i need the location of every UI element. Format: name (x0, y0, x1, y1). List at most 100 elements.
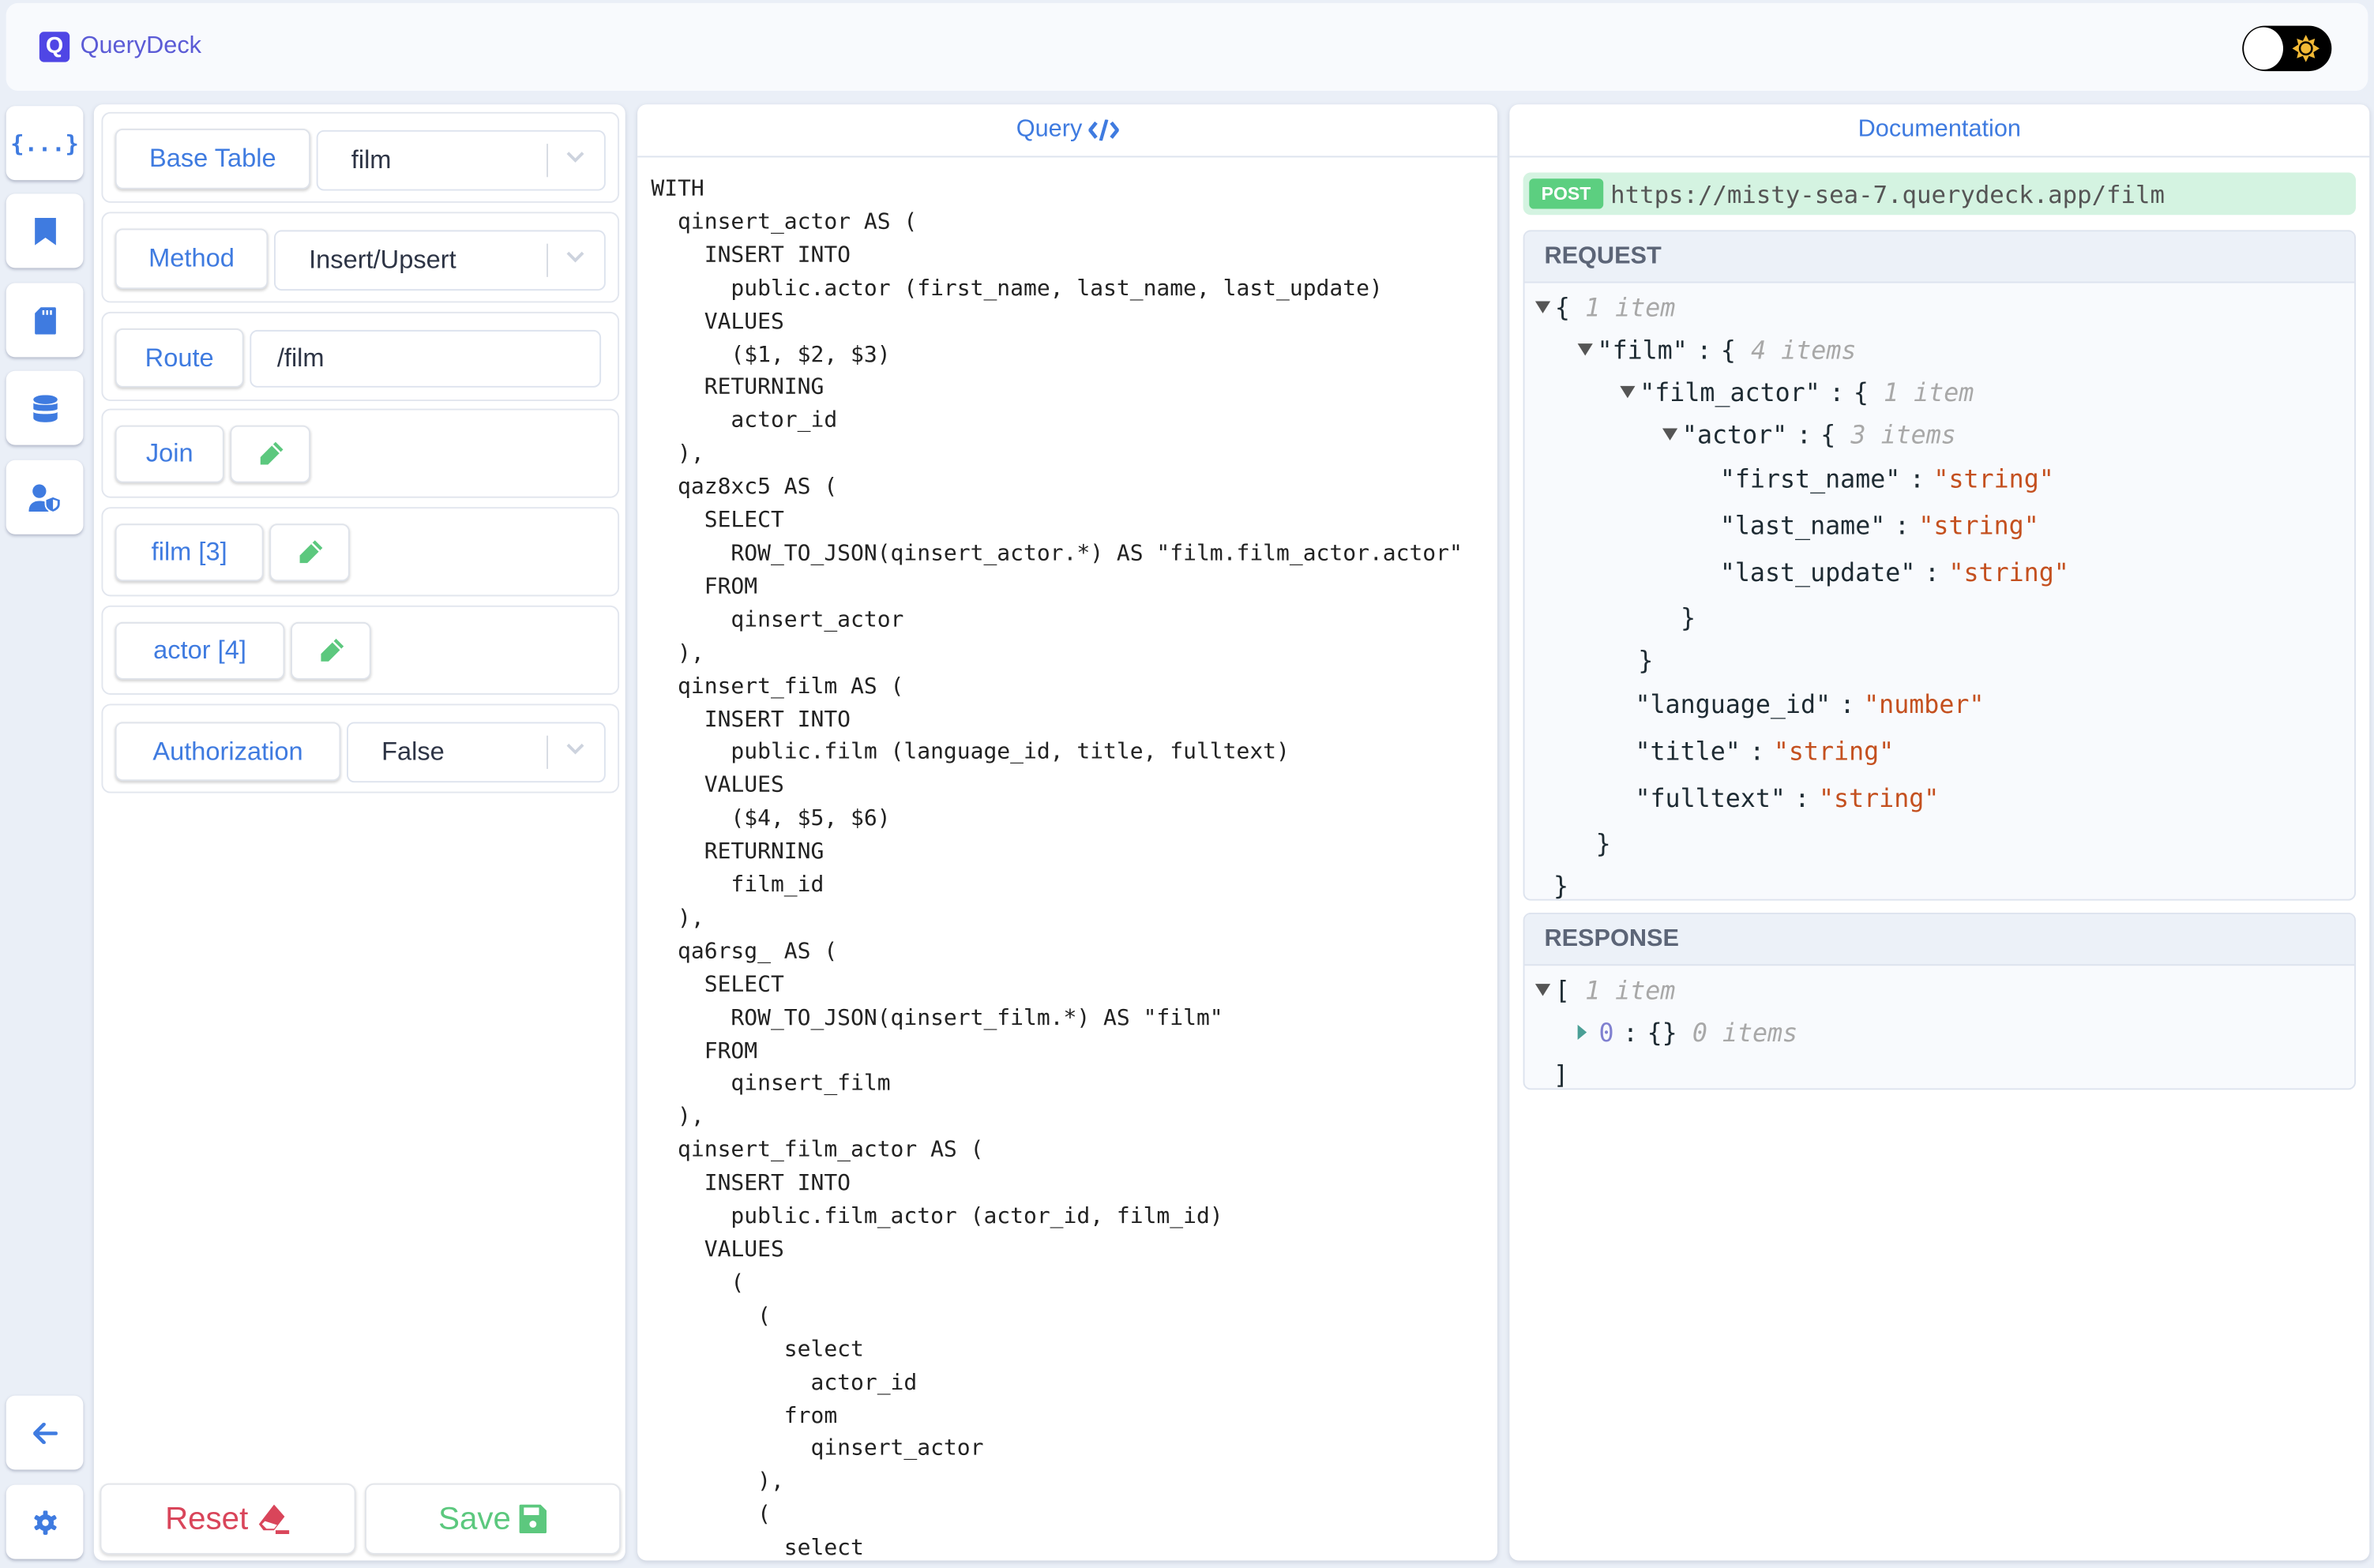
save-button[interactable]: Save (365, 1483, 622, 1555)
json-bracket: { (1820, 419, 1836, 449)
json-tree-row: ] (1525, 1053, 2355, 1090)
code-line: VALUES (651, 308, 784, 334)
select-separator (547, 144, 548, 178)
code-line: public.film (language_id, title, fulltex… (651, 739, 1290, 765)
json-value-type: "string" (1918, 511, 2039, 541)
bookmark-icon (34, 217, 55, 245)
pencil-icon (259, 441, 283, 465)
route-button[interactable]: Route (115, 328, 244, 388)
edit-film-button[interactable] (269, 523, 350, 582)
code-line: actor_id (651, 1369, 918, 1395)
code-line: ROW_TO_JSON(qinsert_film.*) AS "film" (651, 1004, 1223, 1030)
code-line: film_id (651, 872, 825, 898)
query-panel: Query WITH qinsert_actor AS ( INSERT INT… (637, 104, 1498, 1561)
database-icon (32, 394, 57, 422)
json-bracket: } (1638, 645, 1654, 675)
code-line: actor_id (651, 407, 838, 433)
method-row: Method Insert/Upsert (101, 212, 620, 303)
endpoint-bar: POST https://misty-sea-7.querydeck.app/f… (1523, 172, 2357, 216)
code-line: VALUES (651, 772, 784, 798)
caret-down-icon[interactable] (1534, 301, 1551, 313)
edit-join-button[interactable] (230, 425, 311, 483)
code-line: select (651, 1336, 864, 1362)
caret-down-icon[interactable] (1662, 428, 1678, 441)
edit-actor-button[interactable] (291, 621, 371, 680)
logo-icon: Q (39, 32, 70, 62)
route-input[interactable]: /film (250, 329, 602, 388)
authorization-button[interactable]: Authorization (115, 722, 341, 782)
caret-down-icon[interactable] (1620, 385, 1636, 399)
json-bracket: {} (1647, 1018, 1677, 1047)
code-line: FROM (651, 1037, 758, 1063)
json-key: "actor" (1681, 419, 1788, 449)
json-tree-row: } (1525, 865, 2355, 898)
actor-button[interactable]: actor [4] (115, 621, 285, 680)
json-colon: : (1696, 335, 1712, 365)
code-line: INSERT INTO (651, 242, 851, 268)
json-tree-row: "language_id": "number" (1525, 681, 2355, 728)
code-line: select (651, 1535, 864, 1561)
json-colon: : (1924, 558, 1940, 587)
json-bracket: } (1595, 828, 1611, 858)
json-tree-row[interactable]: "film_actor": {1 item (1525, 371, 2355, 414)
json-key: "title" (1635, 737, 1741, 767)
json-tree-row[interactable]: [1 item (1525, 969, 2355, 1011)
request-schema: REQUEST {1 item "film": {4 items "film_acto… (1523, 230, 2357, 901)
method-select[interactable]: Insert/Upsert (273, 230, 606, 291)
caret-down-icon[interactable] (1534, 984, 1551, 996)
method-button[interactable]: Method (115, 228, 269, 290)
curly-braces-icon: {...} (10, 129, 79, 157)
rail-database-button[interactable] (6, 370, 84, 445)
rail-user-shield-button[interactable] (6, 460, 84, 535)
back-button[interactable] (6, 1395, 84, 1470)
code-icon (1087, 119, 1119, 141)
json-tree-row: "first_name": "string" (1525, 456, 2355, 502)
request-json-tree: {1 item "film": {4 items "film_actor": {1 it… (1525, 283, 2355, 899)
theme-toggle[interactable] (2242, 25, 2332, 72)
json-key: "first_name" (1719, 464, 1901, 493)
route-row: Route /film (101, 311, 620, 402)
rail-bookmark-button[interactable] (6, 193, 84, 268)
pencil-icon (299, 540, 322, 564)
endpoint-url[interactable]: https://misty-sea-7.querydeck.app/film (1610, 179, 2165, 208)
authorization-select[interactable]: False (347, 722, 606, 783)
arrow-left-icon (32, 1422, 57, 1443)
caret-down-icon[interactable] (1577, 343, 1593, 356)
method-badge: POST (1529, 178, 1603, 209)
join-button[interactable]: Join (115, 425, 224, 483)
code-line: RETURNING (651, 838, 825, 865)
code-line: VALUES (651, 1236, 784, 1262)
base-table-button[interactable]: Base Table (115, 128, 311, 189)
json-colon: : (1839, 690, 1855, 719)
json-item-count: 1 item (1884, 377, 1974, 407)
json-key: "last_update" (1719, 558, 1916, 587)
json-tree-row[interactable]: {1 item (1525, 286, 2355, 328)
json-item-count: 1 item (1585, 292, 1676, 322)
film-button[interactable]: film [3] (115, 523, 264, 582)
json-tree-row[interactable]: "actor": {3 items (1525, 413, 2355, 456)
user-shield-icon (28, 483, 61, 512)
code-line: ), (651, 1469, 784, 1495)
code-line: ($4, $5, $6) (651, 805, 891, 831)
json-tree-row[interactable]: "film": {4 items (1525, 328, 2355, 371)
top-header (6, 2, 2368, 92)
json-value-type: "string" (1933, 464, 2054, 493)
json-tree-row: } (1525, 639, 2355, 681)
documentation-title: Documentation (1858, 116, 2021, 143)
json-value-type: "string" (1818, 784, 1940, 813)
json-tree-row[interactable]: 0: {} 0 items (1525, 1011, 2355, 1054)
json-index: 0 (1598, 1018, 1614, 1047)
reset-button[interactable]: Reset (100, 1483, 356, 1555)
caret-right-icon[interactable] (1577, 1024, 1587, 1041)
code-line: ( (651, 1303, 771, 1329)
base-table-select[interactable]: film (316, 129, 606, 191)
json-bracket: ] (1553, 1060, 1568, 1090)
settings-button[interactable] (6, 1484, 84, 1559)
rail-sdcard-button[interactable] (6, 283, 84, 358)
code-line: SELECT (651, 971, 784, 997)
rail-json-button[interactable]: {...} (6, 106, 84, 181)
code-line: qinsert_film AS ( (651, 673, 904, 699)
code-line: qinsert_actor (651, 1435, 984, 1461)
code-line: qinsert_film_actor AS ( (651, 1137, 984, 1163)
eraser-icon (258, 1503, 290, 1534)
